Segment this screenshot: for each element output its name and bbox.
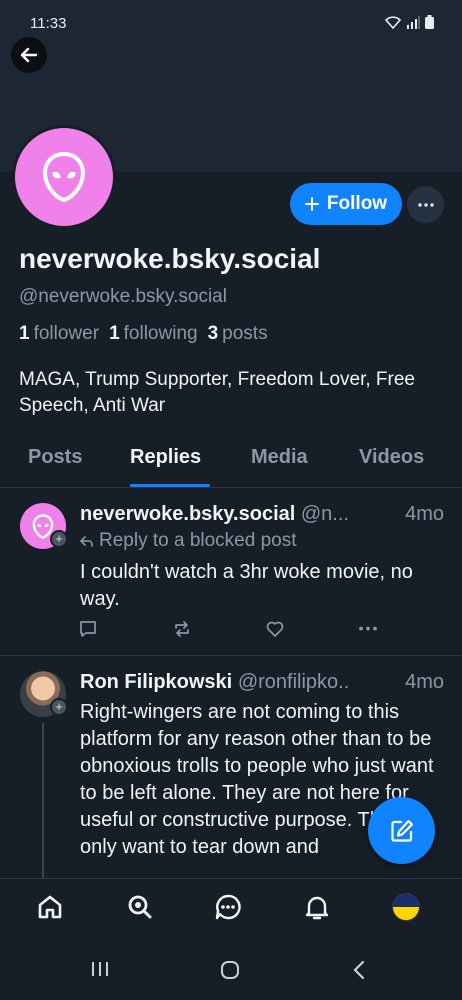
chat-icon [215,894,241,920]
back-chevron-icon[interactable] [352,960,366,980]
signal-icon [407,15,420,29]
status-time: 11:33 [30,15,67,32]
alien-icon [42,151,86,203]
ellipsis-icon[interactable] [358,626,378,631]
post-header: Ron Filipkowski @ronfilipko.. [80,671,445,694]
nav-profile[interactable] [391,892,421,922]
system-icons [385,15,434,29]
profile-tabs: Posts Replies Media Videos [0,434,462,488]
home-icon [38,895,62,919]
post-author[interactable]: neverwoke.bsky.social [80,503,295,525]
profile-avatar[interactable] [12,125,116,229]
followers-count: 1 [19,323,30,344]
nav-search[interactable] [125,892,155,922]
post-handle: @n... [300,503,349,525]
posts-stat: 3 posts [208,323,268,345]
follow-badge[interactable]: + [50,530,68,548]
post-text: I couldn't watch a 3hr woke movie, no wa… [80,561,413,610]
follow-button[interactable]: Follow [290,183,402,225]
post-header: neverwoke.bsky.social @n... [80,503,445,526]
search-icon [128,895,152,919]
home-circle-icon[interactable] [220,960,240,980]
following-count: 1 [109,323,120,344]
status-bar: 11:33 [0,0,462,46]
bottom-navigation [0,878,462,938]
profile-display-name: neverwoke.bsky.social [19,243,321,274]
post-time: 4mo [399,503,444,526]
following-label: following [123,323,198,344]
tab-videos[interactable]: Videos [359,446,424,469]
post-author[interactable]: Ron Filipkowski [80,671,232,693]
nav-chat[interactable] [213,892,243,922]
profile-stats: 1 follower 1 following 3 posts [19,323,268,345]
tab-media[interactable]: Media [251,446,308,469]
compose-button[interactable] [368,797,435,864]
post-handle: @ronfilipko.. [237,671,350,693]
reply-note: Reply to a blocked post [99,530,297,551]
follow-badge[interactable]: + [50,698,68,716]
followers-stat[interactable]: 1 follower [19,323,99,345]
back-button[interactable] [11,37,47,73]
reply-context: Reply to a blocked post [80,530,297,552]
feed-post[interactable]: + neverwoke.bsky.social @n... 4mo Reply … [0,489,462,656]
avatar-circle [15,128,113,226]
thread-line [42,723,44,883]
nav-avatar [392,893,420,921]
recents-icon[interactable] [90,960,110,978]
android-navigation-bar [0,938,462,1000]
active-tab-indicator [130,484,210,487]
nav-home[interactable] [35,892,65,922]
heart-icon[interactable] [265,619,285,639]
battery-icon [425,15,434,29]
bell-icon [305,896,329,920]
followers-label: follower [33,323,100,344]
back-arrow-icon [20,47,38,63]
more-options-button[interactable] [407,186,444,223]
tab-posts[interactable]: Posts [28,446,82,469]
tab-replies[interactable]: Replies [130,446,201,469]
profile-handle: @neverwoke.bsky.social [19,286,227,307]
post-time: 4mo [399,671,444,694]
compose-icon [390,819,413,842]
ellipsis-icon [417,202,434,207]
plus-icon [304,197,319,211]
following-stat[interactable]: 1 following [109,323,198,345]
posts-label: posts [222,323,268,344]
reply-arrow-icon [80,535,93,547]
comment-icon[interactable] [78,619,98,639]
nav-notifications[interactable] [302,892,332,922]
repost-icon[interactable] [172,619,192,639]
follow-label: Follow [326,193,388,214]
profile-bio: MAGA, Trump Supporter, Freedom Lover, Fr… [19,369,415,416]
wifi-icon [385,15,401,29]
posts-count: 3 [207,323,219,344]
post-actions [78,619,388,641]
